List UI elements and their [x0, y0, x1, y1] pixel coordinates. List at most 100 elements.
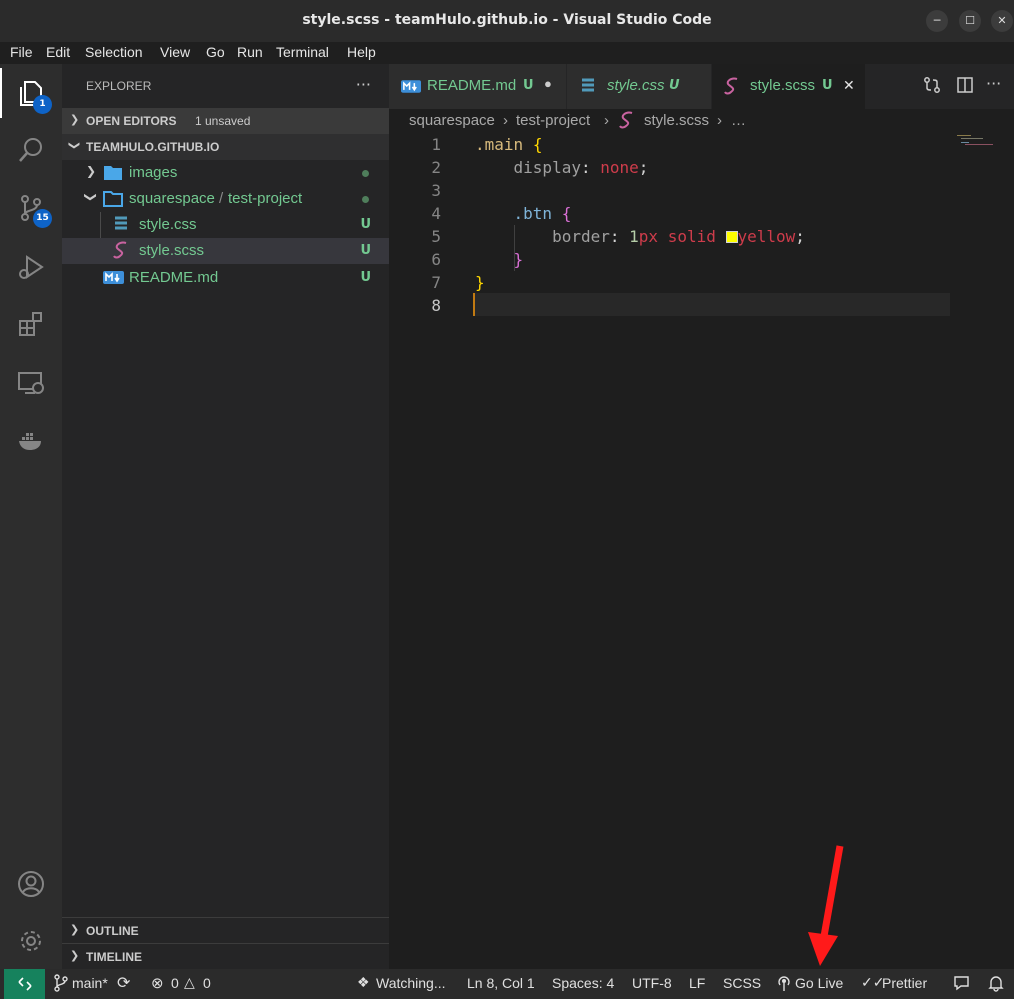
- line-number: 5: [431, 227, 441, 246]
- git-compare-icon: [924, 77, 940, 93]
- untracked-status: U: [360, 243, 371, 258]
- run-debug-icon: [19, 255, 44, 279]
- eol-setting[interactable]: LF: [689, 975, 705, 991]
- menu-run[interactable]: Run: [237, 44, 263, 60]
- code-line: }: [513, 250, 524, 269]
- notifications-bell-icon[interactable]: [988, 974, 1004, 995]
- remote-icon: [17, 977, 32, 991]
- chevron-right-icon: ❯: [70, 949, 80, 962]
- error-count[interactable]: 0: [171, 975, 179, 991]
- sass-file-icon: [112, 240, 132, 264]
- tree-item-squarespace[interactable]: ❯ squarespace / test-project: [62, 186, 389, 212]
- tree-item-style-scss[interactable]: style.scss U: [62, 238, 389, 264]
- close-window-button[interactable]: ✕: [991, 10, 1013, 32]
- close-tab-button[interactable]: ✕: [843, 77, 855, 94]
- tab-status: U: [669, 78, 680, 93]
- account-icon: [18, 871, 44, 897]
- indentation-setting[interactable]: Spaces: 4: [552, 975, 614, 991]
- manage-activity-button[interactable]: [0, 916, 62, 966]
- language-mode[interactable]: SCSS: [723, 975, 761, 991]
- remote-explorer-activity-button[interactable]: [0, 358, 62, 408]
- current-line-highlight: [473, 293, 950, 316]
- chevron-down-icon: ❯: [68, 140, 82, 151]
- tab-label: style.css: [607, 77, 665, 94]
- menu-file[interactable]: File: [10, 44, 33, 60]
- explorer-more-button[interactable]: ···: [356, 75, 371, 94]
- branch-name[interactable]: main*: [72, 975, 108, 991]
- code-line: }: [475, 273, 485, 292]
- code-line: border: 1px solid yellow;: [552, 227, 805, 246]
- unsaved-count: 1 unsaved: [195, 114, 251, 128]
- extensions-icon: [19, 312, 42, 336]
- code-line: .main {: [475, 135, 543, 154]
- compare-changes-button[interactable]: [923, 76, 941, 98]
- breadcrumb-item[interactable]: test-project: [516, 112, 590, 129]
- line-number: 3: [431, 181, 441, 200]
- tab-status: U: [523, 78, 534, 93]
- double-check-icon: ✓✓: [861, 974, 885, 990]
- code-line: .btn {: [513, 204, 572, 223]
- feedback-icon[interactable]: [953, 974, 970, 994]
- unsaved-dot[interactable]: ●: [544, 76, 552, 91]
- css-file-icon: [579, 77, 597, 99]
- menu-selection[interactable]: Selection: [85, 44, 143, 60]
- modified-dot: [362, 196, 369, 203]
- breadcrumb-item[interactable]: squarespace: [409, 112, 495, 129]
- color-swatch[interactable]: [725, 231, 738, 243]
- explorer-title: EXPLORER: [86, 79, 152, 93]
- extensions-activity-button[interactable]: [0, 299, 62, 349]
- cursor-position[interactable]: Ln 8, Col 1: [467, 975, 535, 991]
- split-editor-icon: [957, 77, 973, 93]
- tab-status: U: [822, 78, 833, 93]
- markdown-file-icon: [401, 80, 421, 97]
- go-live-button[interactable]: Go Live: [795, 975, 843, 991]
- source-control-activity-button[interactable]: [0, 183, 62, 233]
- workspace-section[interactable]: ❯ TEAMHULO.GITHUB.IO: [62, 134, 389, 160]
- annotation-arrow: [808, 845, 844, 966]
- explorer-activity-button[interactable]: [0, 68, 62, 118]
- css-file-icon: [112, 215, 130, 237]
- tab-style-scss[interactable]: style.scss U ✕: [712, 64, 866, 109]
- chevron-right-icon: ›: [503, 112, 508, 129]
- warning-count[interactable]: 0: [203, 975, 211, 991]
- breadcrumb-item[interactable]: style.scss: [644, 112, 709, 129]
- telescope-icon: ❖: [357, 974, 370, 990]
- docker-activity-button[interactable]: [0, 416, 62, 466]
- minimap[interactable]: [957, 133, 1014, 153]
- tree-item-readme[interactable]: README.md U: [62, 265, 389, 291]
- watching-status[interactable]: Watching...: [376, 975, 446, 991]
- broadcast-icon: [776, 974, 792, 995]
- timeline-panel[interactable]: ❯ TIMELINE: [62, 943, 389, 969]
- tree-item-images[interactable]: ❯ images: [62, 160, 389, 186]
- menu-help[interactable]: Help: [347, 44, 376, 60]
- maximize-button[interactable]: ☐: [959, 10, 981, 32]
- prettier-button[interactable]: Prettier: [882, 975, 927, 991]
- breadcrumb-item[interactable]: …: [731, 112, 746, 129]
- line-number: 6: [431, 250, 441, 269]
- menu-go[interactable]: Go: [206, 44, 225, 60]
- tab-style-css[interactable]: style.css U: [567, 64, 712, 109]
- sync-icon[interactable]: ⟳: [117, 973, 130, 993]
- menu-edit[interactable]: Edit: [46, 44, 70, 60]
- warning-icon: △: [184, 974, 195, 990]
- tree-item-label: squarespace: [129, 190, 215, 207]
- split-editor-button[interactable]: [956, 76, 974, 98]
- workspace-label: TEAMHULO.GITHUB.IO: [86, 140, 220, 154]
- menu-terminal[interactable]: Terminal: [276, 44, 329, 60]
- open-editors-section[interactable]: ❯ OPEN EDITORS 1 unsaved: [62, 108, 389, 134]
- search-activity-button[interactable]: [0, 125, 62, 175]
- folder-icon: [103, 164, 123, 185]
- tab-readme[interactable]: README.md U ●: [389, 64, 567, 109]
- minimize-button[interactable]: ─: [926, 10, 948, 32]
- encoding-setting[interactable]: UTF-8: [632, 975, 672, 991]
- menu-view[interactable]: View: [160, 44, 190, 60]
- code-editor[interactable]: 1 2 3 4 5 6 7 8 .main { display: none; .…: [389, 133, 1014, 969]
- untracked-status: U: [360, 270, 371, 285]
- accounts-activity-button[interactable]: [0, 859, 62, 909]
- outline-panel[interactable]: ❯ OUTLINE: [62, 917, 389, 943]
- activity-bar: 1 15: [0, 64, 62, 969]
- remote-indicator[interactable]: [4, 969, 45, 999]
- run-debug-activity-button[interactable]: [0, 242, 62, 292]
- tree-item-style-css[interactable]: style.css U: [62, 212, 389, 238]
- editor-more-button[interactable]: ···: [986, 74, 1001, 93]
